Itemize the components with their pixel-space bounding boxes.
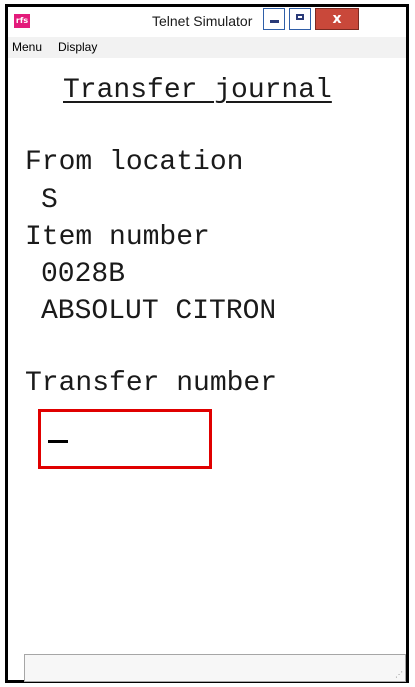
close-button[interactable]: x (315, 8, 359, 30)
item-description: ABSOLUT CITRON (41, 296, 277, 327)
menu-item-display[interactable]: Display (58, 40, 97, 54)
resize-grip-icon[interactable]: ⋰ (395, 671, 403, 679)
minimize-icon (270, 20, 279, 23)
item-number-value: 0028B (41, 259, 126, 290)
maximize-icon (296, 14, 304, 20)
from-location-value: S (41, 185, 58, 216)
minimize-button[interactable] (263, 8, 285, 30)
from-location-label: From location (25, 147, 244, 178)
text-cursor (48, 440, 68, 443)
transfer-number-input[interactable] (38, 409, 212, 469)
title-bar[interactable]: rfs Telnet Simulator x (8, 7, 406, 35)
menu-bar: Menu Display (8, 37, 406, 58)
maximize-button[interactable] (289, 8, 311, 30)
item-number-label: Item number (25, 222, 210, 253)
telnet-window: rfs Telnet Simulator x Menu Display Tran… (5, 4, 409, 683)
menu-item-menu[interactable]: Menu (12, 40, 42, 54)
status-bar: ⋰ (24, 654, 406, 682)
window-title: Telnet Simulator (152, 13, 253, 29)
terminal-screen: Transfer journal From location S Item nu… (8, 59, 406, 657)
app-logo-icon: rfs (14, 14, 30, 28)
close-icon: x (332, 11, 342, 27)
transfer-number-label: Transfer number (25, 368, 278, 399)
screen-heading: Transfer journal (63, 75, 332, 106)
